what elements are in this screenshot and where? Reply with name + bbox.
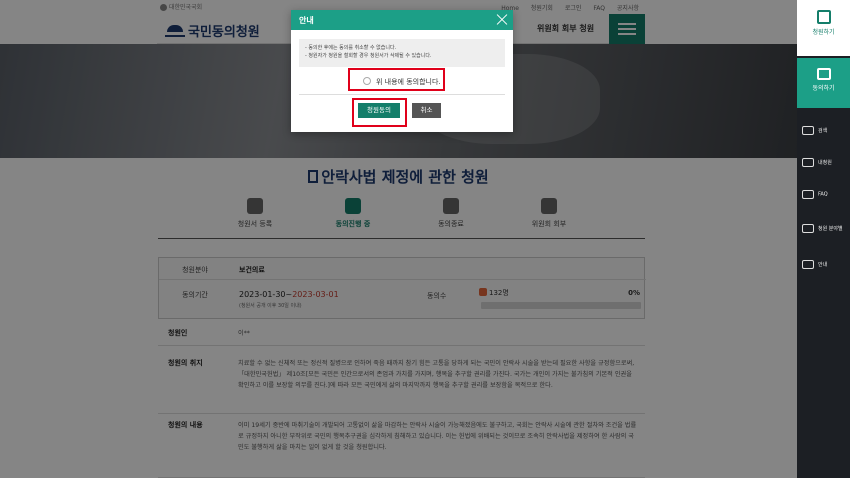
sidebar-item-guide[interactable]: 안내 [797, 252, 850, 282]
close-icon[interactable] [494, 12, 509, 27]
faq-icon [802, 190, 814, 199]
sidebar-item-my-petition[interactable]: 내청원 [797, 150, 850, 180]
guide-icon [802, 260, 814, 269]
notice-line: - 청원자가 청원을 철회할 경우 청원서가 삭제될 수 있습니다. [305, 53, 432, 59]
cancel-button[interactable]: 취소 [412, 103, 441, 118]
dialog-divider [299, 94, 505, 95]
dialog-header: 안내 [291, 10, 513, 30]
dialog-notice: - 동의한 후에는 동의를 취소할 수 없습니다. - 청원자가 청원을 철회할… [299, 39, 505, 67]
sidebar-item-write[interactable]: 청원하기 [797, 0, 850, 56]
agree-hand-icon [816, 68, 831, 80]
sidebar-item-faq[interactable]: FAQ [797, 182, 850, 212]
sidebar-item-agree[interactable]: 동의하기 [797, 58, 850, 108]
search-icon [802, 126, 814, 135]
petition-agree-button[interactable]: 청원동의 [358, 103, 400, 118]
dialog-title: 안내 [299, 16, 314, 25]
agree-dialog: 안내 - 동의한 후에는 동의를 취소할 수 없습니다. - 청원자가 청원을 … [291, 10, 513, 132]
agree-checkbox-label[interactable]: 위 내용에 동의합니다. [376, 77, 441, 87]
notice-line: - 동의한 후에는 동의를 취소할 수 없습니다. [305, 45, 397, 51]
sidebar-item-search[interactable]: 검색 [797, 118, 850, 148]
petition-write-icon [816, 10, 831, 24]
category-tree-icon [802, 224, 814, 233]
sidebar-item-category[interactable]: 청원 분야별 [797, 216, 850, 246]
my-petition-icon [802, 158, 814, 167]
quick-sidebar: 청원하기 동의하기 검색 내청원 FAQ 청원 분야별 안내 [797, 0, 850, 478]
agree-checkbox[interactable] [363, 77, 371, 85]
